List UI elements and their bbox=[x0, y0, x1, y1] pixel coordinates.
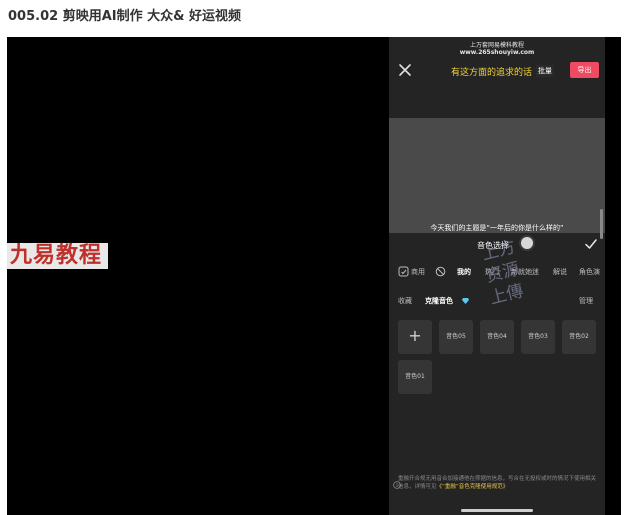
video-player[interactable]: 九易教程 上万套网易模科教程 www.265shouyiw.com 有这方面的追… bbox=[7, 37, 621, 515]
export-button[interactable]: 导出 bbox=[570, 62, 599, 78]
check-icon[interactable] bbox=[585, 238, 597, 250]
subtitle-text: 今天我们的主题是“一年后的你是什么样的” bbox=[430, 224, 564, 232]
tab-character[interactable]: 角色演 bbox=[579, 267, 600, 277]
tab-mine[interactable]: 我的 bbox=[457, 267, 471, 277]
voice-tile[interactable]: 音色05 bbox=[439, 320, 473, 354]
phone-screen: 上万套网易模科教程 www.265shouyiw.com 有这方面的追求的话 批… bbox=[389, 37, 605, 515]
voice-category-tabs: 商用 我的 热门 新就她迷 解说 角色演 bbox=[389, 266, 605, 280]
voice-tile[interactable]: 音色01 bbox=[398, 360, 432, 394]
footer-note: 重融开合规无用音合加接通他在撑据的信息，写合在无投权或时的情况下使用相关信息，详… bbox=[398, 475, 598, 491]
record-dot-icon[interactable] bbox=[521, 237, 533, 249]
close-icon[interactable] bbox=[398, 63, 412, 77]
batch-button[interactable]: 批量 bbox=[536, 65, 554, 77]
tab-commercial[interactable]: 商用 bbox=[411, 267, 425, 277]
none-icon[interactable] bbox=[435, 266, 446, 277]
section-header: 收藏 克隆音色 管理 bbox=[389, 296, 605, 308]
voice-tile[interactable]: 音色03 bbox=[521, 320, 555, 354]
panel-title: 音色选择 bbox=[477, 241, 509, 250]
commercial-icon bbox=[398, 266, 409, 277]
tab-featured[interactable]: 新就她迷 bbox=[511, 267, 539, 277]
video-preview[interactable] bbox=[389, 118, 605, 233]
tab-narration[interactable]: 解说 bbox=[553, 267, 567, 277]
favorites-tab[interactable]: 收藏 bbox=[398, 296, 412, 306]
diamond-icon bbox=[462, 298, 469, 304]
page-title: 005.02 剪映用AI制作 大众& 好运视频 bbox=[8, 9, 241, 24]
add-voice-button[interactable]: + bbox=[398, 320, 432, 354]
manage-button[interactable]: 管理 bbox=[579, 296, 593, 306]
clone-voice-tab[interactable]: 克隆音色 bbox=[425, 296, 453, 306]
home-indicator bbox=[461, 509, 533, 512]
watermark-line-2: www.265shouyiw.com bbox=[459, 49, 535, 56]
topic-text: 有这方面的追求的话 bbox=[451, 68, 533, 78]
usage-rules-link[interactable]: 《“重融”音色克隆使用规范》 bbox=[437, 484, 509, 490]
brand-logo: 九易教程 bbox=[7, 243, 109, 269]
voice-tile[interactable]: 音色04 bbox=[480, 320, 514, 354]
voice-tile[interactable]: 音色02 bbox=[562, 320, 596, 354]
watermark-line-1: 上万套网易模科教程 bbox=[469, 42, 524, 49]
tab-hot[interactable]: 热门 bbox=[485, 267, 499, 277]
